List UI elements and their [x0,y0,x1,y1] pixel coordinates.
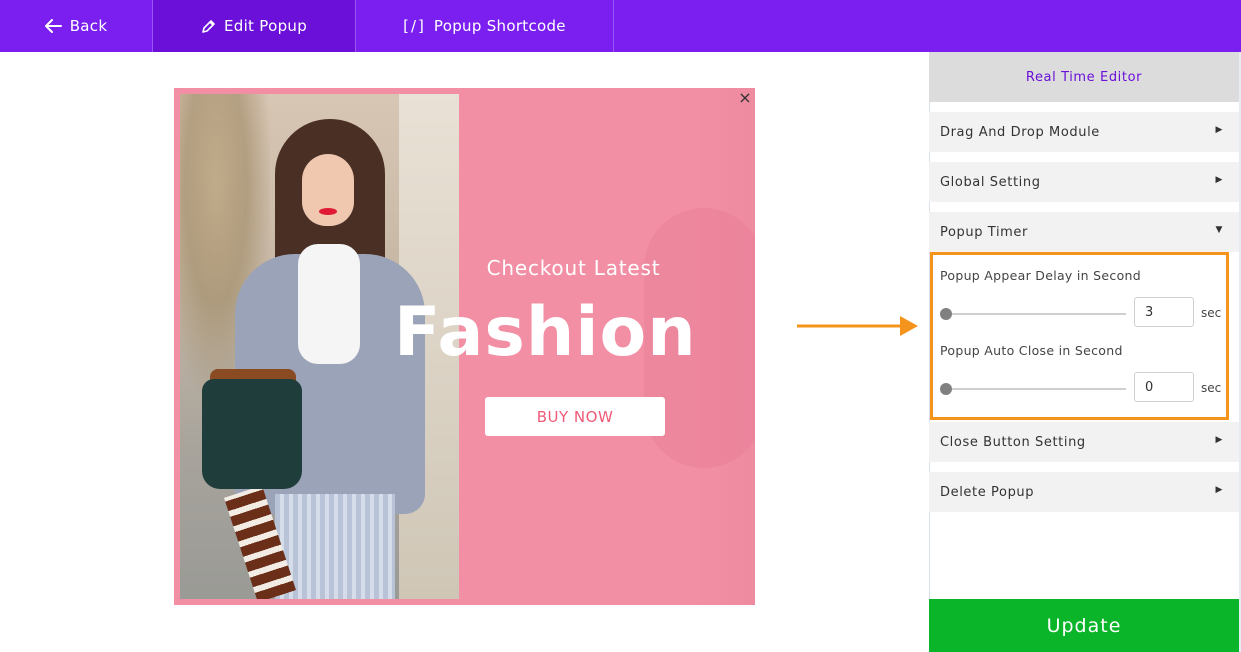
appear-delay-input[interactable] [1134,297,1194,327]
section-popup-timer[interactable]: Popup Timer ▼ [929,212,1239,252]
popup-title: Fashion [394,293,697,372]
section-label: Popup Timer [940,224,1028,240]
section-label: Close Button Setting [940,434,1086,450]
section-label: Drag And Drop Module [940,124,1100,140]
update-button[interactable]: Update [929,599,1239,652]
arrow-left-icon [44,19,62,33]
popup-shortcode-tab[interactable]: [/] Popup Shortcode [356,0,613,52]
panel-title: Real Time Editor [929,52,1239,102]
toolbar-divider [613,0,614,52]
auto-close-unit: sec [1201,381,1222,395]
caret-right-icon: ▶ [1215,435,1223,445]
back-button[interactable]: Back [0,0,152,52]
caret-right-icon: ▶ [1215,125,1223,135]
edit-popup-label: Edit Popup [223,17,308,35]
code-icon: [/] [403,17,426,35]
buy-now-button[interactable]: BUY NOW [485,397,665,436]
handbag-image [202,379,302,489]
auto-close-input[interactable] [1134,372,1194,402]
popup-shortcode-label: Popup Shortcode [433,17,566,35]
section-delete-popup[interactable]: Delete Popup ▶ [929,472,1239,512]
section-label: Global Setting [940,174,1041,190]
caret-right-icon: ▶ [1215,175,1223,185]
section-drag-and-drop-module[interactable]: Drag And Drop Module ▶ [929,112,1239,152]
appear-delay-unit: sec [1201,306,1222,320]
pencil-icon [202,19,215,33]
section-global-setting[interactable]: Global Setting ▶ [929,162,1239,202]
section-close-button-setting[interactable]: Close Button Setting ▶ [929,422,1239,462]
auto-close-slider-handle[interactable] [940,383,952,395]
appear-delay-slider-handle[interactable] [940,308,952,320]
back-label: Back [69,17,108,35]
caret-down-icon: ▼ [1215,225,1223,235]
appear-delay-slider[interactable] [946,313,1126,315]
auto-close-slider[interactable] [946,388,1126,390]
edit-popup-tab[interactable]: Edit Popup [153,0,355,52]
section-label: Delete Popup [940,484,1035,500]
caret-right-icon: ▶ [1215,485,1223,495]
popup-subtitle: Checkout Latest [486,256,661,280]
popup-close-icon[interactable]: × [737,88,753,108]
pointer-arrow-icon [797,316,918,336]
appear-delay-label: Popup Appear Delay in Second [940,268,1141,283]
auto-close-label: Popup Auto Close in Second [940,343,1123,358]
